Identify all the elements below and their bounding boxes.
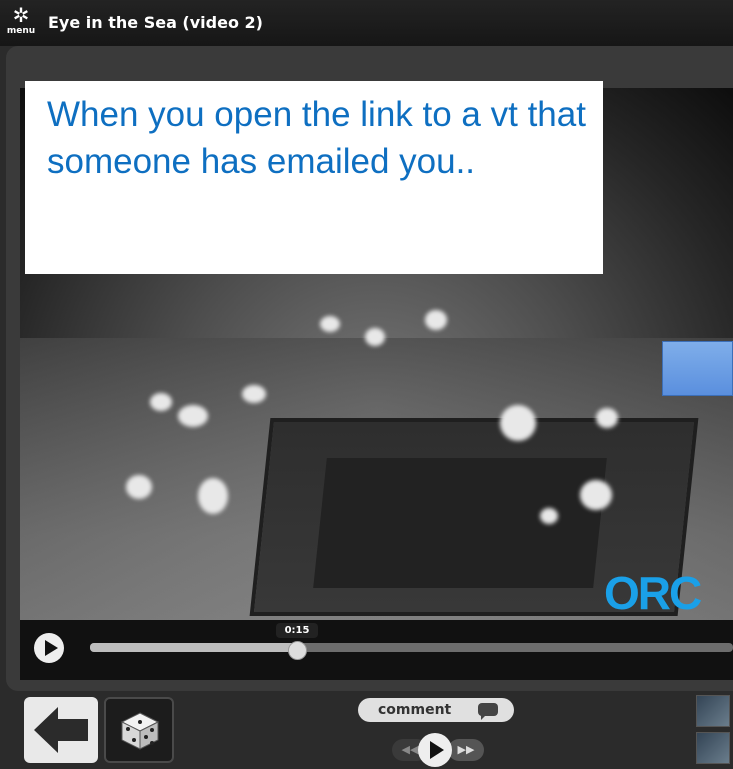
timestamp: 0:15 (276, 623, 318, 638)
progress-fill (90, 643, 296, 652)
progress-thumb[interactable] (288, 641, 307, 660)
video-particle (596, 408, 618, 428)
video-particle (126, 475, 152, 499)
gear-icon: ✲ (12, 3, 30, 27)
highlight-rectangle (662, 341, 733, 396)
video-particle (425, 310, 447, 330)
video-particle (150, 393, 172, 411)
video-particle (198, 478, 228, 514)
play-button[interactable] (34, 633, 64, 663)
video-particle (320, 316, 340, 332)
video-particle (242, 385, 266, 403)
dice-icon (120, 712, 160, 750)
video-particle (500, 405, 536, 441)
thumbnail[interactable] (696, 732, 730, 764)
top-bar: ✲ menu Eye in the Sea (video 2) (0, 0, 733, 46)
thumbnail[interactable] (696, 695, 730, 727)
play-icon[interactable] (418, 733, 452, 767)
video-structure-inner (313, 458, 607, 588)
menu-label: menu (6, 26, 36, 36)
comment-label: comment (378, 702, 452, 718)
ocean-logo: ORC (604, 567, 702, 619)
random-button[interactable] (104, 697, 174, 763)
back-arrow-icon (34, 707, 88, 753)
video-particle (178, 405, 208, 427)
video-particle (580, 480, 612, 510)
nav-cluster: ◀◀ ▶▶ (388, 733, 494, 767)
page-title: Eye in the Sea (video 2) (48, 13, 263, 32)
fast-forward-icon[interactable]: ▶▶ (448, 739, 484, 761)
speech-bubble-icon (478, 703, 498, 720)
video-particle (540, 508, 558, 524)
back-button[interactable] (24, 697, 98, 763)
comment-button[interactable]: comment (358, 698, 514, 722)
thumbnail-strip (696, 695, 730, 769)
menu-button[interactable]: ✲ menu (6, 4, 36, 42)
callout-box: When you open the link to a vt that some… (25, 81, 603, 274)
video-particle (365, 328, 385, 346)
